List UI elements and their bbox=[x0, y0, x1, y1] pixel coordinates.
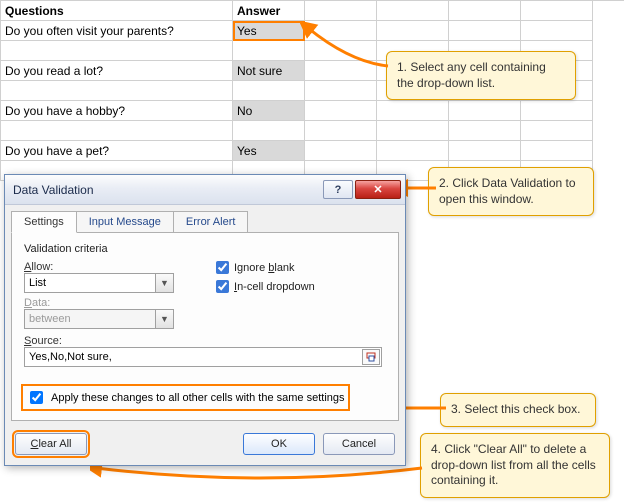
ignore-blank-checkbox[interactable]: Ignore blank bbox=[216, 261, 315, 274]
ok-button[interactable]: OK bbox=[243, 433, 315, 455]
callout-step4: 4. Click "Clear All" to delete a drop-do… bbox=[420, 433, 610, 498]
source-label: Source: bbox=[24, 335, 386, 347]
cancel-button[interactable]: Cancel bbox=[323, 433, 395, 455]
source-input[interactable]: Yes,No,Not sure, bbox=[24, 347, 382, 367]
allow-combobox[interactable]: List ▼ bbox=[24, 273, 174, 293]
clear-all-button[interactable]: Clear All bbox=[15, 433, 87, 455]
question-cell[interactable]: Do you often visit your parents? bbox=[1, 21, 233, 41]
apply-to-all-input[interactable] bbox=[30, 391, 43, 404]
ignore-blank-input[interactable] bbox=[216, 261, 229, 274]
question-cell[interactable]: Do you read a lot? bbox=[1, 61, 233, 81]
dialog-button-row: Clear All OK Cancel bbox=[5, 427, 405, 465]
callout-step2: 2. Click Data Validation to open this wi… bbox=[428, 167, 594, 216]
settings-panel: Validation criteria Allow: List ▼ Ignore… bbox=[11, 232, 399, 421]
chevron-down-icon: ▼ bbox=[155, 310, 173, 328]
answer-cell[interactable]: No bbox=[233, 101, 305, 121]
data-combobox: between ▼ bbox=[24, 309, 174, 329]
dialog-titlebar[interactable]: Data Validation ? ✕ bbox=[5, 175, 405, 205]
close-button[interactable]: ✕ bbox=[355, 180, 401, 199]
col-header-answer: Answer bbox=[233, 1, 305, 21]
question-cell[interactable]: Do you have a hobby? bbox=[1, 101, 233, 121]
dialog-tabs: Settings Input Message Error Alert bbox=[5, 205, 405, 232]
answer-cell[interactable]: Yes bbox=[233, 141, 305, 161]
dialog-title: Data Validation bbox=[13, 183, 94, 197]
answer-cell[interactable]: Not sure bbox=[233, 61, 305, 81]
range-picker-button[interactable] bbox=[362, 349, 380, 365]
tab-input-message[interactable]: Input Message bbox=[76, 211, 174, 232]
allow-label: Allow: bbox=[24, 261, 82, 273]
data-validation-dialog: Data Validation ? ✕ Settings Input Messa… bbox=[4, 174, 406, 466]
tab-settings[interactable]: Settings bbox=[11, 211, 77, 233]
chevron-down-icon[interactable]: ▼ bbox=[155, 274, 173, 292]
dropdown-button[interactable]: ▼ bbox=[304, 21, 305, 41]
callout-step3: 3. Select this check box. bbox=[440, 393, 596, 427]
incell-dropdown-input[interactable] bbox=[216, 280, 229, 293]
data-label: Data: bbox=[24, 297, 82, 309]
help-button[interactable]: ? bbox=[323, 180, 353, 199]
apply-to-all-checkbox[interactable]: Apply these changes to all other cells w… bbox=[24, 387, 347, 408]
validation-criteria-label: Validation criteria bbox=[24, 243, 386, 255]
answer-value: Yes bbox=[237, 24, 257, 38]
callout-step1: 1. Select any cell containing the drop-d… bbox=[386, 51, 576, 100]
col-header-questions: Questions bbox=[1, 1, 233, 21]
tab-error-alert[interactable]: Error Alert bbox=[173, 211, 249, 232]
question-cell[interactable]: Do you have a pet? bbox=[1, 141, 233, 161]
incell-dropdown-checkbox[interactable]: In-cell dropdown bbox=[216, 280, 315, 293]
answer-cell-selected[interactable]: Yes ▼ bbox=[233, 21, 305, 41]
